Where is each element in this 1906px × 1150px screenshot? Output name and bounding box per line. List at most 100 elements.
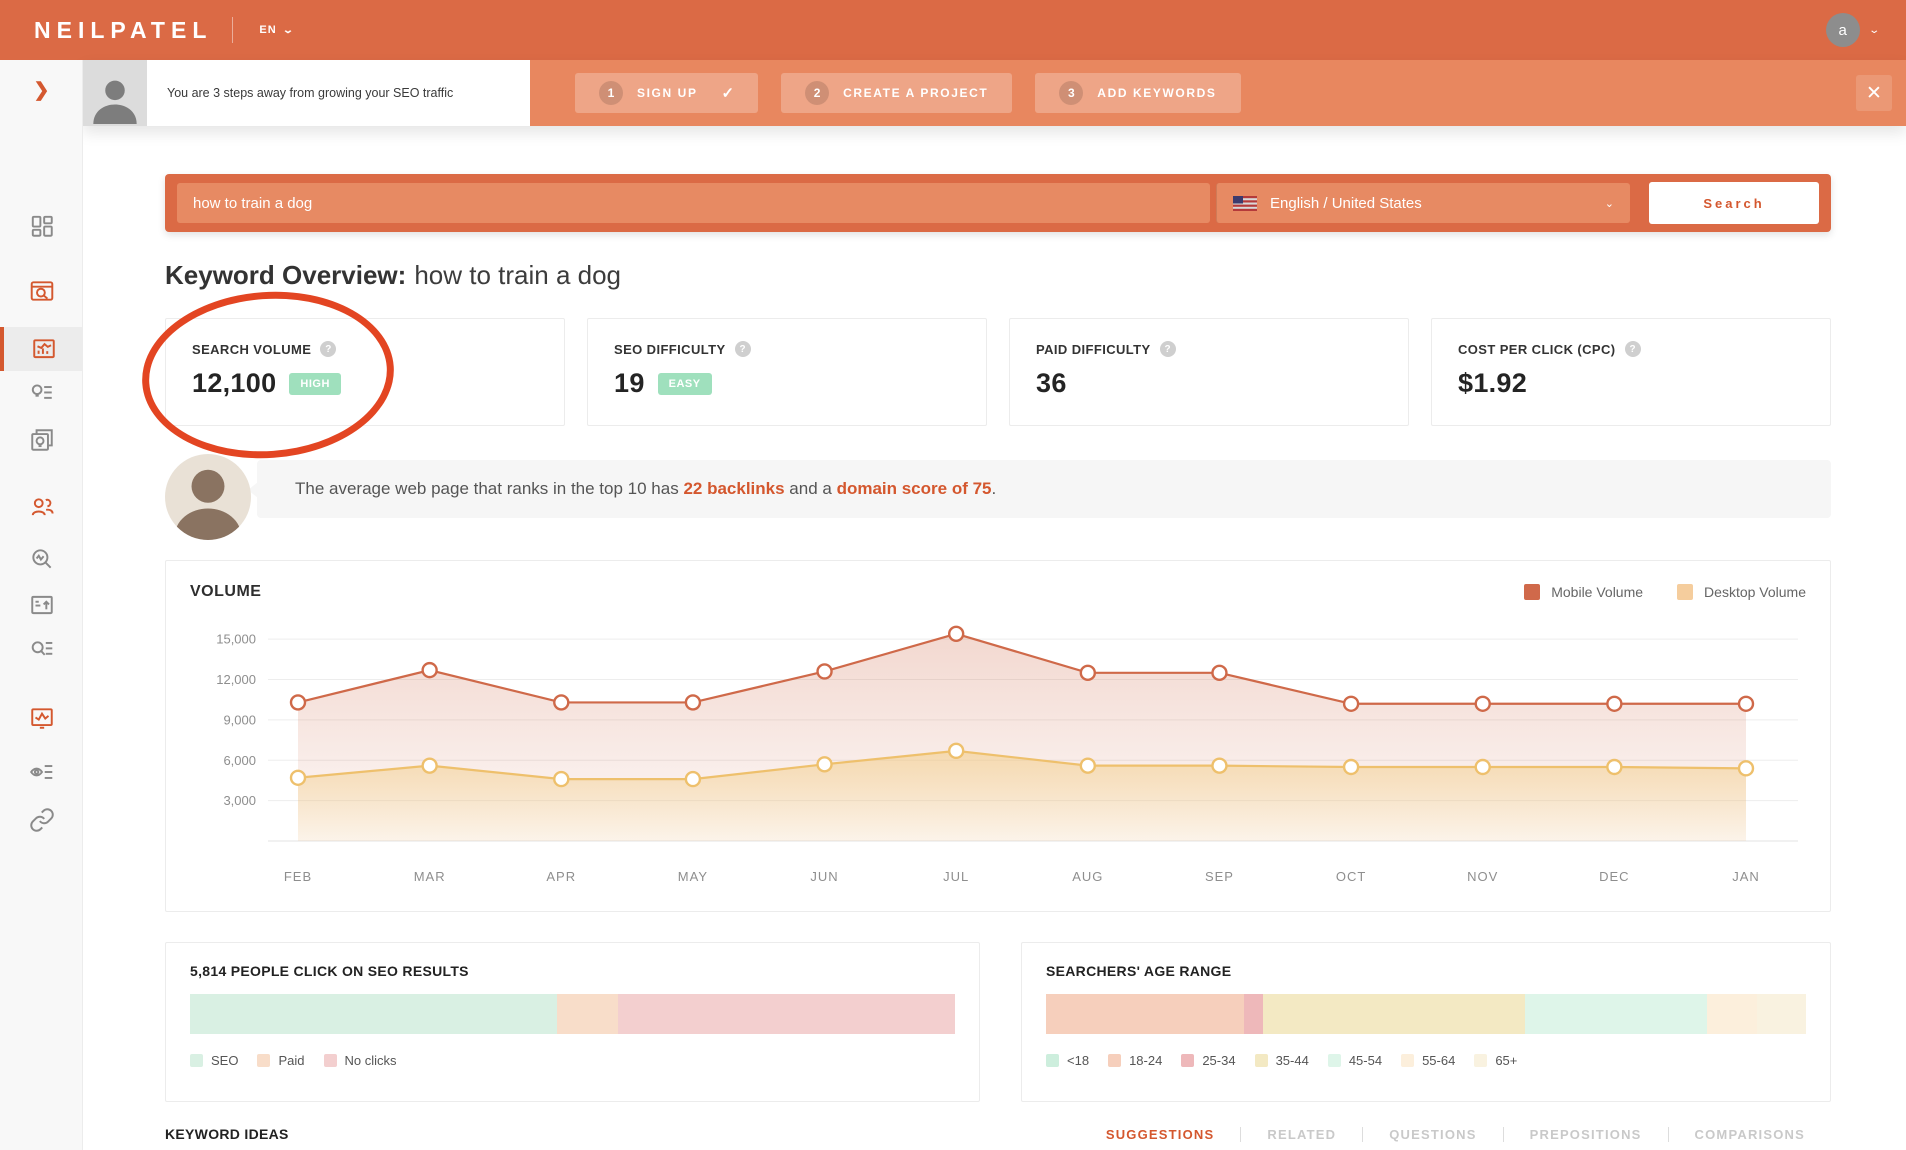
metric-label: SEARCH VOLUME xyxy=(192,342,311,357)
age-stacked-bar[interactable] xyxy=(1046,994,1806,1034)
svg-text:3,000: 3,000 xyxy=(223,793,256,808)
sidebar-item-keyword-lists[interactable] xyxy=(0,628,83,672)
sidebar-item-content-ideas[interactable] xyxy=(0,418,83,462)
neil-patel-avatar xyxy=(165,454,251,540)
onboarding-step-1[interactable]: 1SIGN UP✓ xyxy=(575,73,758,113)
sidebar-item-traffic-estimation[interactable] xyxy=(0,583,83,627)
info-icon[interactable]: ? xyxy=(1160,341,1176,357)
user-avatar[interactable]: a xyxy=(1826,13,1860,47)
sidebar-expand-button[interactable]: ❯ xyxy=(0,68,83,112)
bar-segment-65- xyxy=(1757,994,1806,1034)
age-range-panel: SEARCHERS' AGE RANGE <1818-2425-3435-444… xyxy=(1021,942,1831,1102)
panel-title: SEARCHERS' AGE RANGE xyxy=(1046,963,1806,979)
paid-difficulty-card: PAID DIFFICULTY ? 36 xyxy=(1009,318,1409,426)
svg-text:JAN: JAN xyxy=(1732,869,1760,884)
clicks-stacked-bar[interactable] xyxy=(190,994,955,1034)
metric-value: 12,100 xyxy=(192,368,276,399)
onboarding-step-2[interactable]: 2CREATE A PROJECT xyxy=(781,73,1012,113)
onboarding-message: You are 3 steps away from growing your S… xyxy=(167,86,467,100)
legend-item: Mobile Volume xyxy=(1524,584,1643,600)
svg-text:15,000: 15,000 xyxy=(216,632,256,647)
bar-segment-no-clicks xyxy=(618,994,955,1034)
sidebar-item-dashboard[interactable] xyxy=(0,204,83,248)
bar-segment-25-34 xyxy=(1244,994,1263,1034)
language-country-label: English / United States xyxy=(1270,195,1422,212)
keyword-ideas-title: KEYWORD IDEAS xyxy=(165,1126,289,1142)
search-volume-card: SEARCH VOLUME ? 12,100 HIGH xyxy=(165,318,565,426)
chevron-down-icon: ⌄ xyxy=(282,25,295,36)
bar-segment-18-24 xyxy=(1046,994,1244,1034)
dashboard-grid-icon xyxy=(29,213,55,239)
sidebar-item-keyword-ideas[interactable] xyxy=(0,371,83,415)
sidebar-item-site-overview[interactable] xyxy=(0,269,83,313)
onboarding-banner: You are 3 steps away from growing your S… xyxy=(83,60,1906,126)
bar-segment-seo xyxy=(190,994,557,1034)
step-label: SIGN UP xyxy=(637,86,698,100)
svg-text:MAY: MAY xyxy=(678,869,708,884)
step-number: 3 xyxy=(1059,81,1083,105)
onboarding-step-3[interactable]: 3ADD KEYWORDS xyxy=(1035,73,1240,113)
close-icon[interactable]: ✕ xyxy=(1856,75,1892,111)
metric-label: PAID DIFFICULTY xyxy=(1036,342,1151,357)
page-title-label: Keyword Overview: xyxy=(165,260,406,290)
volume-chart-card: VOLUME Mobile Volume Desktop Volume 3,000… xyxy=(165,560,1831,912)
logo-divider xyxy=(232,17,233,43)
neilpatel-logo[interactable]: NEILPATEL xyxy=(34,17,212,44)
keyword-ideas-header: KEYWORD IDEAS SUGGESTIONSRELATEDQUESTION… xyxy=(165,1126,1831,1142)
step-number: 1 xyxy=(599,81,623,105)
chevron-right-icon: ❯ xyxy=(34,79,50,102)
tab-related[interactable]: RELATED xyxy=(1241,1127,1362,1142)
bar-segment-paid xyxy=(557,994,618,1034)
chart-title: VOLUME xyxy=(190,583,261,601)
sidebar-item-rank-tracking[interactable] xyxy=(0,696,83,740)
tab-suggestions[interactable]: SUGGESTIONS xyxy=(1080,1127,1241,1142)
sidebar-item-site-audit[interactable] xyxy=(0,537,83,581)
legend-item: 35-44 xyxy=(1255,1053,1309,1068)
tab-prepositions[interactable]: PREPOSITIONS xyxy=(1504,1127,1668,1142)
keyword-ideas-tabs: SUGGESTIONSRELATEDQUESTIONSPREPOSITIONSC… xyxy=(1080,1127,1831,1142)
legend-item: SEO xyxy=(190,1053,238,1068)
panel-title: 5,814 PEOPLE CLICK ON SEO RESULTS xyxy=(190,963,955,979)
tab-questions[interactable]: QUESTIONS xyxy=(1363,1127,1502,1142)
lightbulb-list-icon xyxy=(29,380,55,406)
volume-area-chart[interactable]: 3,0006,0009,00012,00015,000FEBMARAPRMAYJ… xyxy=(190,609,1808,903)
keyword-search-bar: English / United States ⌄ Search xyxy=(165,174,1831,232)
keyword-overview-page: NEILPATEL EN ⌄ a ⌄ ❯ xyxy=(0,0,1906,1150)
info-icon[interactable]: ? xyxy=(735,341,751,357)
sidebar-item-competitor-analysis[interactable] xyxy=(0,485,83,529)
svg-text:NOV: NOV xyxy=(1467,869,1498,884)
legend-item: 18-24 xyxy=(1108,1053,1162,1068)
page-title: Keyword Overview:how to train a dog xyxy=(165,260,621,291)
info-icon[interactable]: ? xyxy=(320,341,336,357)
info-icon[interactable]: ? xyxy=(1625,341,1641,357)
svg-text:MAR: MAR xyxy=(414,869,446,884)
legend-item: Paid xyxy=(257,1053,304,1068)
eye-list-icon xyxy=(29,759,55,785)
metric-label: SEO DIFFICULTY xyxy=(614,342,726,357)
sidebar-item-keyword-overview-active[interactable] xyxy=(0,327,83,371)
search-input[interactable] xyxy=(177,183,1210,223)
sidebar-item-backlinks[interactable] xyxy=(0,798,83,842)
svg-text:AUG: AUG xyxy=(1072,869,1103,884)
backlinks-highlight: 22 backlinks xyxy=(683,479,784,498)
legend-item: Desktop Volume xyxy=(1677,584,1806,600)
account-chevron-down-icon[interactable]: ⌄ xyxy=(1868,25,1880,36)
status-badge: HIGH xyxy=(289,373,341,395)
seo-clicks-panel: 5,814 PEOPLE CLICK ON SEO RESULTS SEO Pai… xyxy=(165,942,980,1102)
svg-text:6,000: 6,000 xyxy=(223,753,256,768)
language-code: EN xyxy=(259,24,276,36)
search-button[interactable]: Search xyxy=(1649,182,1819,224)
chart-legend: Mobile Volume Desktop Volume xyxy=(1524,584,1806,600)
tab-comparisons[interactable]: COMPARISONS xyxy=(1669,1127,1831,1142)
bar-segment-35-44 xyxy=(1263,994,1525,1034)
legend-item: <18 xyxy=(1046,1053,1089,1068)
monitor-wave-icon xyxy=(29,705,55,731)
legend-item: 25-34 xyxy=(1181,1053,1235,1068)
legend-item: 65+ xyxy=(1474,1053,1517,1068)
svg-text:SEP: SEP xyxy=(1205,869,1234,884)
language-switcher[interactable]: EN ⌄ xyxy=(259,24,293,36)
insight-text: The average web page that ranks in the t… xyxy=(257,460,1831,518)
cpc-card: COST PER CLICK (CPC) ? $1.92 xyxy=(1431,318,1831,426)
sidebar-item-keyword-visibility[interactable] xyxy=(0,750,83,794)
language-country-select[interactable]: English / United States ⌄ xyxy=(1216,183,1630,223)
